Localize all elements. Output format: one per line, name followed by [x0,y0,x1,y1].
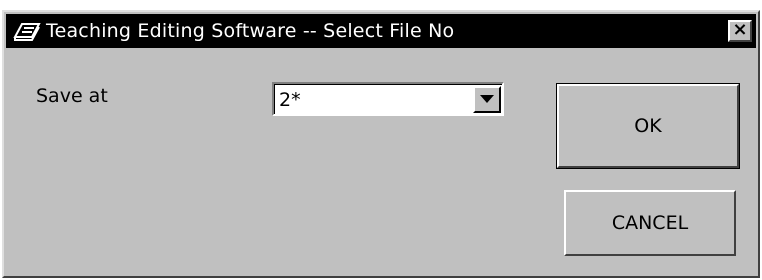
dropdown-arrow-button[interactable] [473,86,501,113]
window-title: Teaching Editing Software -- Select File… [46,20,455,42]
background-strip [0,0,762,10]
ok-button-label: OK [634,115,662,137]
file-no-value: 2* [279,89,301,111]
save-at-label: Save at [36,85,108,107]
close-button[interactable]: × [728,20,752,42]
ok-button[interactable]: OK [556,83,740,169]
dropdown-field: 2* [274,84,502,114]
cancel-button[interactable]: CANCEL [564,190,736,256]
title-bar[interactable]: Teaching Editing Software -- Select File… [6,14,756,48]
close-icon: × [732,19,748,40]
select-file-dialog: Teaching Editing Software -- Select File… [2,10,760,278]
cancel-button-label: CANCEL [611,212,689,234]
file-no-dropdown[interactable]: 2* [272,82,504,116]
chevron-down-icon [480,95,494,103]
teaching-pendant-icon [13,23,41,41]
